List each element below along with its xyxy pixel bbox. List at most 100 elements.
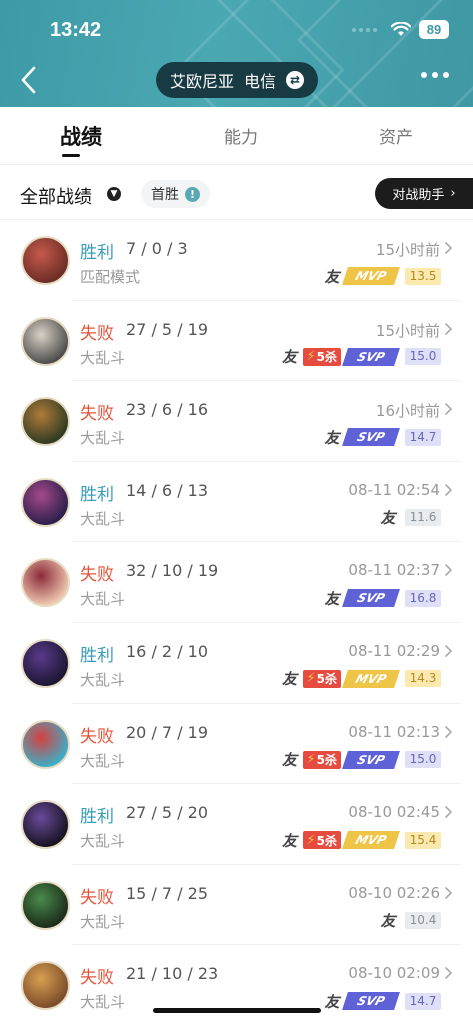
match-score: 14.7 (405, 428, 441, 446)
match-result: 胜利 (80, 807, 114, 828)
friend-badge: 友 (281, 670, 297, 689)
champion-avatar (21, 800, 70, 850)
battle-assistant-label: 对战助手 (392, 188, 445, 203)
match-row[interactable]: 胜利 14 / 6 / 13 大乱斗 08-11 02:54 友 11.6 (0, 462, 473, 543)
tab-ability[interactable]: 能力 (224, 123, 258, 148)
server-isp: 电信 (244, 72, 277, 91)
match-kda: 32 / 10 / 19 (126, 561, 219, 581)
friend-badge: 友 (281, 348, 297, 367)
chevron-right-icon (445, 645, 453, 657)
match-kda: 16 / 2 / 10 (126, 641, 209, 661)
match-score: 14.7 (405, 992, 441, 1010)
champion-avatar (21, 477, 70, 527)
chevron-down-icon[interactable]: ▼ (107, 187, 121, 201)
match-row[interactable]: 失败 23 / 6 / 16 大乱斗 16小时前友 SVP 14.7 (0, 381, 473, 462)
match-row[interactable]: 胜利 27 / 5 / 20 大乱斗 08-10 02:45 友 ⚡ 5杀 MVP 15.4 (0, 784, 473, 865)
chevron-right-icon (445, 725, 453, 738)
match-time: 15小时前 (375, 321, 440, 340)
friend-badge: 友 (281, 831, 297, 850)
first-win-chip[interactable]: 首胜 ! (141, 180, 210, 208)
server-switch-button[interactable]: 艾欧尼亚 电信 ⇄ (156, 62, 318, 98)
five-kill-badge: ⚡ 5杀 (302, 831, 341, 850)
tab-bar: 战绩 能力 资产 (0, 107, 473, 165)
lightning-icon: ⚡ (306, 832, 316, 848)
match-badges: 友 ⚡ 5杀 SVP 15.0 (281, 347, 441, 367)
svp-badge: SVP (342, 750, 400, 769)
svp-badge: SVP (342, 347, 400, 366)
match-time: 08-10 02:45 (348, 803, 440, 822)
chevron-right-icon (445, 322, 453, 335)
match-badges: 友 ⚡ 5杀 MVP 14.3 (281, 669, 441, 689)
match-score: 16.8 (405, 589, 441, 607)
header-bar: 13:42 89 艾欧尼亚 电信 ⇄ (0, 0, 473, 107)
match-score: 15.0 (405, 751, 441, 769)
battery-indicator: 89 (419, 20, 449, 39)
chevron-right-icon: › (450, 186, 456, 201)
signal-icon (352, 27, 377, 32)
chevron-right-icon (445, 483, 453, 496)
match-badges: 友 ⚡ 5杀 SVP 15.0 (281, 750, 441, 770)
match-time: 08-11 02:37 (348, 561, 440, 580)
match-kda: 15 / 7 / 25 (126, 883, 209, 903)
back-button[interactable] (16, 64, 42, 96)
match-time: 16小时前 (375, 402, 440, 421)
five-kill-label: 5杀 (316, 753, 337, 768)
match-kda: 27 / 5 / 19 (126, 319, 209, 339)
match-score: 11.6 (405, 509, 441, 527)
friend-badge: 友 (380, 912, 396, 931)
more-dot-icon (432, 72, 438, 78)
match-time: 08-11 02:54 (348, 480, 440, 499)
chevron-right-icon (445, 967, 453, 980)
wifi-icon (391, 22, 411, 36)
match-row[interactable]: 失败 15 / 7 / 25 大乱斗 08-10 02:26 友 10.4 (0, 865, 473, 946)
match-mode: 大乱斗 (80, 429, 126, 448)
svp-badge: SVP (342, 589, 400, 608)
match-mode: 大乱斗 (80, 509, 126, 528)
match-time: 08-10 02:26 (348, 883, 440, 902)
status-time: 13:42 (50, 19, 102, 41)
match-badges: 友 SVP 14.7 (323, 427, 441, 447)
status-icons: 89 (352, 20, 449, 39)
match-score: 13.5 (405, 267, 441, 285)
chevron-right-icon (445, 242, 453, 254)
match-row[interactable]: 失败 27 / 5 / 19 大乱斗 15小时前友 ⚡ 5杀 SVP 15.0 (0, 301, 473, 382)
match-mode: 大乱斗 (80, 832, 126, 851)
match-row[interactable]: 胜利 16 / 2 / 10 大乱斗 08-11 02:29 友 ⚡ 5杀 MVP 14.3 (0, 623, 473, 704)
champion-avatar (21, 558, 70, 608)
friend-badge: 友 (281, 751, 297, 770)
match-time: 15小时前 (375, 241, 440, 259)
match-row[interactable]: 失败 32 / 10 / 19 大乱斗 08-11 02:37 友 SVP 16.8 (0, 542, 473, 623)
more-options-button[interactable] (421, 72, 449, 78)
tab-record[interactable]: 战绩 (60, 121, 102, 151)
chevron-right-icon (445, 806, 453, 818)
lightning-icon: ⚡ (306, 752, 316, 768)
mvp-badge: MVP (342, 267, 400, 285)
match-mode: 大乱斗 (80, 348, 126, 367)
match-result: 失败 (80, 968, 114, 989)
match-kda: 21 / 10 / 23 (126, 964, 219, 984)
info-icon: ! (185, 186, 200, 202)
lightning-icon: ⚡ (306, 349, 316, 365)
battle-assistant-button[interactable]: 对战助手 › (375, 178, 473, 209)
match-badges: 友 11.6 (379, 508, 441, 528)
tab-assets[interactable]: 资产 (379, 123, 413, 148)
five-kill-badge: ⚡ 5杀 (302, 347, 341, 366)
match-row[interactable]: 失败 20 / 7 / 19 大乱斗 08-11 02:13 友 ⚡ 5杀 SVP 15.0 (0, 704, 473, 785)
match-badges: 友 SVP 16.8 (323, 588, 441, 608)
match-result: 失败 (80, 726, 114, 747)
filter-bar: 全部战绩 ▼ 首胜 ! 对战助手 › (0, 166, 473, 220)
match-time: 08-11 02:13 (348, 722, 440, 741)
match-row[interactable]: 胜利 7 / 0 / 3 匹配模式 15小时前友 MVP 13.5 (0, 220, 473, 301)
match-score: 14.3 (405, 670, 441, 688)
match-score: 15.0 (405, 348, 441, 366)
home-indicator (153, 1008, 321, 1013)
record-filter-dropdown[interactable]: 全部战绩 (20, 183, 92, 209)
chevron-right-icon (445, 403, 453, 415)
five-kill-badge: ⚡ 5杀 (302, 750, 341, 769)
match-badges: 友 SVP 14.7 (323, 991, 441, 1011)
match-kda: 27 / 5 / 20 (126, 803, 209, 823)
first-win-label: 首胜 (151, 187, 179, 203)
five-kill-label: 5杀 (316, 833, 337, 848)
friend-badge: 友 (324, 428, 340, 447)
chevron-right-icon (445, 564, 453, 577)
